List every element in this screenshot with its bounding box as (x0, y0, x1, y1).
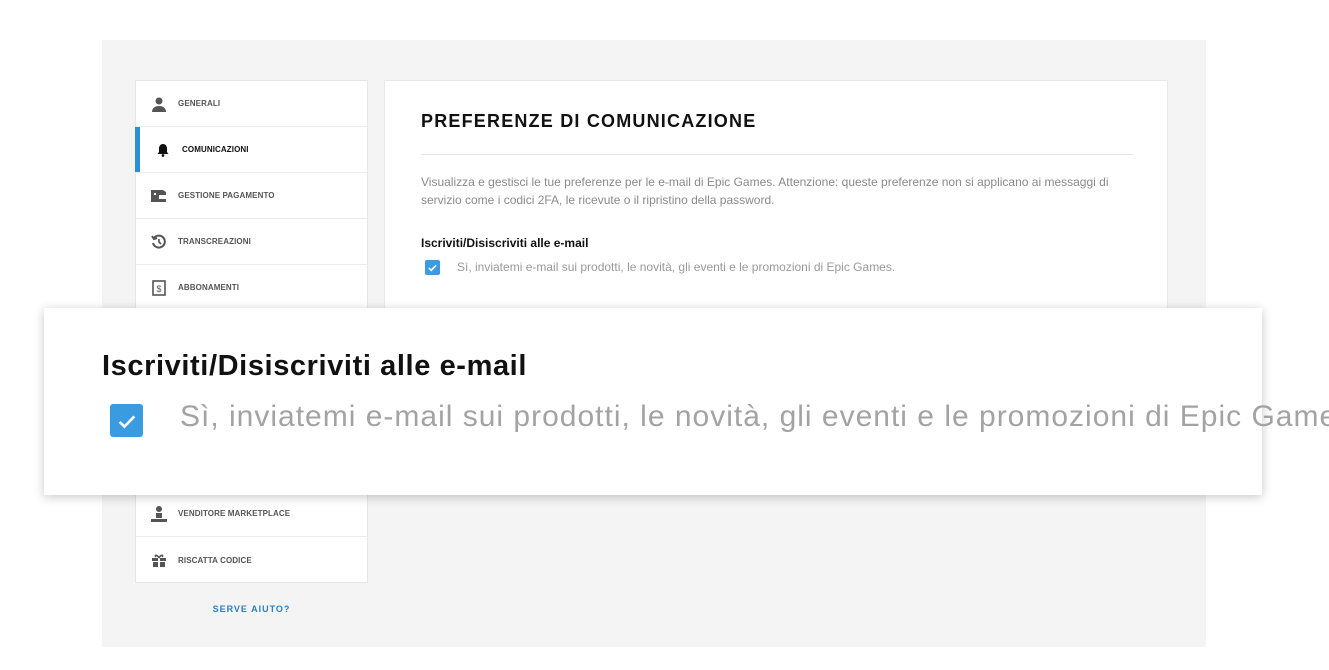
active-indicator (135, 127, 140, 172)
zoom-email-opt-in-checkbox[interactable] (110, 404, 143, 437)
seller-icon (150, 505, 168, 523)
sidebar-item-label: TRANSCREAZIONI (178, 237, 251, 246)
sidebar-item-generali[interactable]: GENERALI (136, 81, 367, 127)
history-icon (150, 233, 168, 251)
sidebar-item-transcreazioni[interactable]: TRANSCREAZIONI (136, 219, 367, 265)
sidebar-item-label: GENERALI (178, 99, 221, 108)
sidebar-item-label: VENDITORE MARKETPLACE (178, 509, 291, 518)
svg-text:$: $ (156, 284, 161, 294)
user-icon (150, 95, 168, 113)
help-link[interactable]: SERVE AIUTO? (135, 604, 368, 614)
sidebar-item-venditore-marketplace[interactable]: VENDITORE MARKETPLACE (136, 491, 367, 537)
content-card: PREFERENZE DI COMUNICAZIONE Visualizza e… (384, 80, 1168, 320)
subscription-icon: $ (150, 279, 168, 297)
checkmark-icon (428, 264, 437, 272)
gift-icon (150, 551, 168, 569)
divider (421, 154, 1133, 155)
sidebar-item-label: COMUNICAZIONI (182, 145, 249, 154)
sidebar-item-riscatta-codice[interactable]: RISCATTA CODICE (136, 537, 367, 583)
sidebar-item-comunicazioni[interactable]: COMUNICAZIONI (135, 127, 367, 173)
bell-icon (154, 141, 172, 159)
zoom-heading: Iscriviti/Disiscriviti alle e-mail (102, 350, 527, 382)
sidebar-item-abbonamenti[interactable]: $ ABBONAMENTI (136, 265, 367, 311)
email-opt-in-checkbox[interactable] (425, 260, 440, 275)
wallet-icon (150, 187, 168, 205)
zoom-email-opt-in-label[interactable]: Sì, inviatemi e-mail sui prodotti, le no… (180, 400, 1329, 434)
subscribe-heading: Iscriviti/Disiscriviti alle e-mail (421, 236, 589, 250)
sidebar-item-label: ABBONAMENTI (178, 283, 240, 292)
sidebar-item-label: GESTIONE PAGAMENTO (178, 191, 275, 200)
email-opt-in-label[interactable]: Sì, inviatemi e-mail sui prodotti, le no… (457, 260, 895, 274)
sidebar-item-gestione-pagamento[interactable]: GESTIONE PAGAMENTO (136, 173, 367, 219)
checkmark-icon (118, 415, 135, 429)
page-title: PREFERENZE DI COMUNICAZIONE (421, 111, 757, 131)
zoom-callout: Iscriviti/Disiscriviti alle e-mail Sì, i… (44, 308, 1329, 495)
sidebar-item-label: RISCATTA CODICE (178, 555, 252, 565)
description-text: Visualizza e gestisci le tue preferenze … (421, 175, 1109, 207)
